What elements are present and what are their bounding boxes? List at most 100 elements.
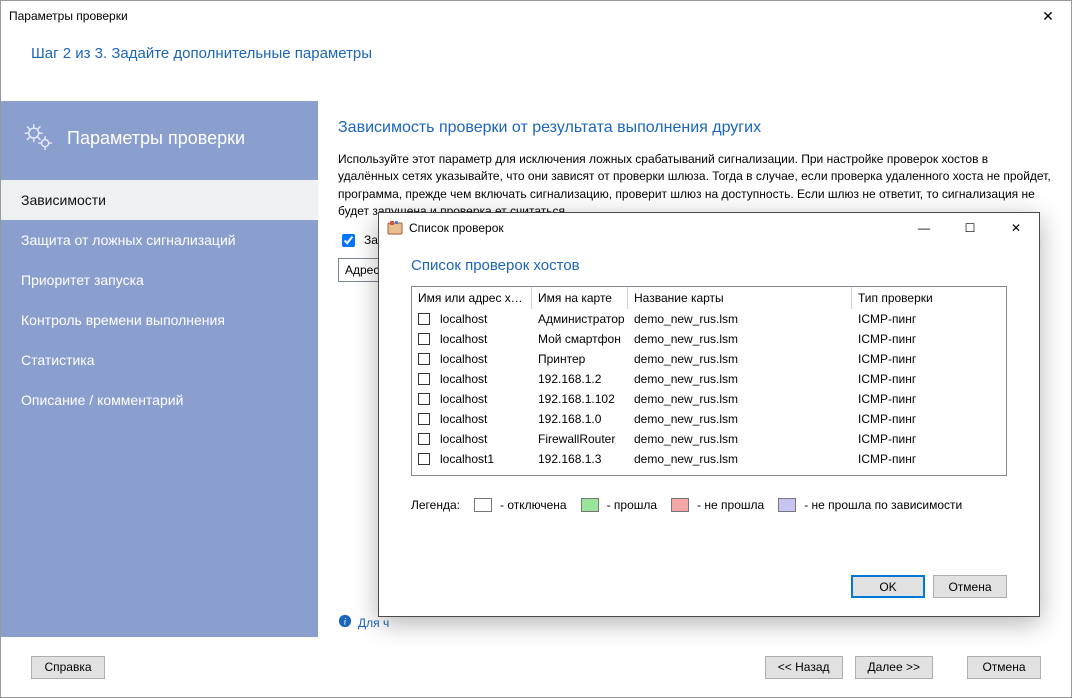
main-window: Параметры проверки ✕ Шаг 2 из 3. Задайте… xyxy=(0,0,1072,698)
gears-icon xyxy=(21,119,55,158)
svg-text:i: i xyxy=(344,617,347,628)
table-row[interactable]: localhost 192.168.1.102demo_new_rus.lsmIC… xyxy=(412,389,1006,409)
table-row[interactable]: localhost FirewallRouterdemo_new_rus.lsmI… xyxy=(412,429,1006,449)
dialog-ok-button[interactable]: OK xyxy=(851,575,925,598)
cell-map: demo_new_rus.lsm xyxy=(628,312,852,326)
legend-swatch xyxy=(474,498,492,512)
sidebar-item[interactable]: Контроль времени выполнения xyxy=(1,300,318,340)
info-icon: i xyxy=(338,614,352,631)
window-title: Параметры проверки xyxy=(9,9,128,23)
cell-map: demo_new_rus.lsm xyxy=(628,392,852,406)
row-checkbox[interactable] xyxy=(418,353,430,365)
legend-title: Легенда: xyxy=(411,498,460,512)
table-header: Имя или адрес хо... Имя на карте Названи… xyxy=(412,287,1006,309)
dialog-title: Список проверок xyxy=(409,221,504,235)
cell-map: demo_new_rus.lsm xyxy=(628,372,852,386)
col-map[interactable]: Название карты xyxy=(628,287,852,309)
cell-host: localhost xyxy=(440,392,487,406)
cell-host: localhost xyxy=(440,432,487,446)
cell-type: ICMP-пинг xyxy=(852,312,1006,326)
legend-label: - не прошла xyxy=(697,498,764,512)
col-mapname[interactable]: Имя на карте xyxy=(532,287,628,309)
table-row[interactable]: localhostПринтерdemo_new_rus.lsmICMP-пин… xyxy=(412,349,1006,369)
row-checkbox[interactable] xyxy=(418,313,430,325)
cell-map: demo_new_rus.lsm xyxy=(628,452,852,466)
cell-type: ICMP-пинг xyxy=(852,372,1006,386)
back-button[interactable]: << Назад xyxy=(765,656,843,679)
close-icon[interactable]: ✕ xyxy=(1025,1,1071,31)
legend-swatch xyxy=(671,498,689,512)
cell-host: localhost xyxy=(440,372,487,386)
legend-item: - прошла xyxy=(581,498,657,512)
sidebar-item[interactable]: Зависимости xyxy=(1,180,318,220)
cell-mapname: 192.168.1.3 xyxy=(532,452,628,466)
cell-map: demo_new_rus.lsm xyxy=(628,412,852,426)
dialog-titlebar: Список проверок — ☐ ✕ xyxy=(379,213,1039,243)
table-row[interactable]: localhost192.168.1.0demo_new_rus.lsmICMP… xyxy=(412,409,1006,429)
sidebar-item[interactable]: Защита от ложных сигнализаций xyxy=(1,220,318,260)
content-description: Используйте этот параметр для исключения… xyxy=(338,151,1051,221)
checklist-dialog: Список проверок — ☐ ✕ Список проверок хо… xyxy=(378,212,1040,617)
legend-swatch xyxy=(581,498,599,512)
cell-type: ICMP-пинг xyxy=(852,412,1006,426)
cell-map: demo_new_rus.lsm xyxy=(628,332,852,346)
sidebar: Параметры проверки ЗависимостиЗащита от … xyxy=(1,101,318,637)
cell-type: ICMP-пинг xyxy=(852,392,1006,406)
sidebar-title-text: Параметры проверки xyxy=(67,128,245,149)
cell-host: localhost xyxy=(440,352,487,366)
info-link-text: Для ч xyxy=(358,616,389,630)
cell-mapname: Мой смартфон xyxy=(532,332,628,346)
dependency-checkbox-input[interactable] xyxy=(342,234,355,247)
cell-mapname: Принтер xyxy=(532,352,628,366)
sidebar-item[interactable]: Статистика xyxy=(1,340,318,380)
dialog-cancel-button[interactable]: Отмена xyxy=(933,575,1007,598)
legend-item: - не прошла xyxy=(671,498,764,512)
cell-mapname: Администратор xyxy=(532,312,628,326)
cell-type: ICMP-пинг xyxy=(852,332,1006,346)
legend-label: - не прошла по зависимости xyxy=(804,498,962,512)
table-row[interactable]: localhost1 192.168.1.3demo_new_rus.lsmICM… xyxy=(412,449,1006,469)
content-heading: Зависимость проверки от результата выпол… xyxy=(338,119,1051,137)
col-type[interactable]: Тип проверки xyxy=(852,287,1006,309)
sidebar-item[interactable]: Приоритет запуска xyxy=(1,260,318,300)
minimize-icon[interactable]: — xyxy=(901,213,947,243)
table-row[interactable]: localhost Администраторdemo_new_rus.lsmIC… xyxy=(412,309,1006,329)
row-checkbox[interactable] xyxy=(418,453,430,465)
col-host[interactable]: Имя или адрес хо... xyxy=(412,287,532,309)
cancel-button[interactable]: Отмена xyxy=(967,656,1041,679)
legend: Легенда: - отключена - прошла - не прошла -… xyxy=(411,498,1007,512)
cell-mapname: 192.168.1.102 xyxy=(532,392,628,406)
table-row[interactable]: localhost Мой смартфонdemo_new_rus.lsmICM… xyxy=(412,329,1006,349)
step-header: Шаг 2 из 3. Задайте дополнительные парам… xyxy=(1,31,1071,80)
titlebar: Параметры проверки ✕ xyxy=(1,1,1071,31)
legend-swatch xyxy=(778,498,796,512)
row-checkbox[interactable] xyxy=(418,333,430,345)
cell-host: localhost1 xyxy=(440,452,494,466)
checks-table: Имя или адрес хо... Имя на карте Названи… xyxy=(411,286,1007,476)
legend-label: - прошла xyxy=(607,498,657,512)
maximize-icon[interactable]: ☐ xyxy=(947,213,993,243)
row-checkbox[interactable] xyxy=(418,393,430,405)
help-button[interactable]: Справка xyxy=(31,656,105,679)
row-checkbox[interactable] xyxy=(418,413,430,425)
sidebar-title: Параметры проверки xyxy=(1,101,318,180)
row-checkbox[interactable] xyxy=(418,433,430,445)
table-row[interactable]: localhost 192.168.1.2demo_new_rus.lsmICMP… xyxy=(412,369,1006,389)
cell-type: ICMP-пинг xyxy=(852,432,1006,446)
sidebar-item[interactable]: Описание / комментарий xyxy=(1,380,318,420)
legend-item: - не прошла по зависимости xyxy=(778,498,962,512)
footer: Справка << Назад Далее >> Отмена xyxy=(1,637,1071,697)
next-button[interactable]: Далее >> xyxy=(855,656,934,679)
cell-mapname: 192.168.1.2 xyxy=(532,372,628,386)
cell-host: localhost xyxy=(440,332,487,346)
row-checkbox[interactable] xyxy=(418,373,430,385)
cell-map: demo_new_rus.lsm xyxy=(628,432,852,446)
legend-label: - отключена xyxy=(500,498,567,512)
dialog-heading: Список проверок хостов xyxy=(411,257,1007,274)
cell-host: localhost xyxy=(440,312,487,326)
dialog-icon xyxy=(387,220,403,236)
dialog-close-icon[interactable]: ✕ xyxy=(993,213,1039,243)
cell-type: ICMP-пинг xyxy=(852,452,1006,466)
cell-mapname: FirewallRouter xyxy=(532,432,628,446)
cell-mapname: 192.168.1.0 xyxy=(532,412,628,426)
